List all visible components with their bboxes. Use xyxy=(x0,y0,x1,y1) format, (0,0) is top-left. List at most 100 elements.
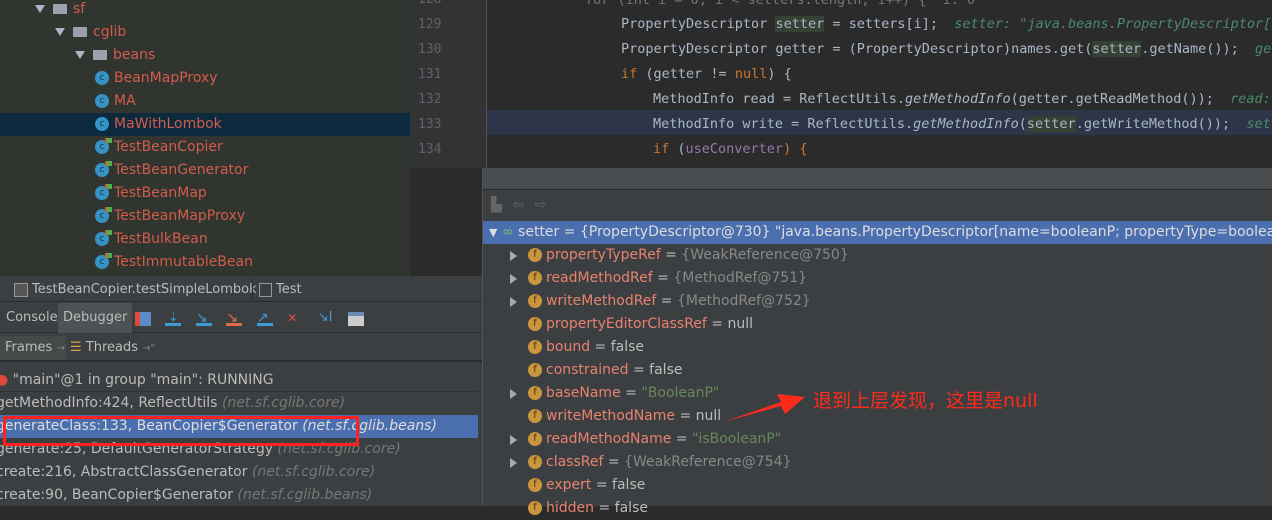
run-tab-test[interactable]: Test xyxy=(252,278,302,302)
tab-label: Frames xyxy=(5,340,53,355)
tab-threads[interactable]: ☰ Threads →" xyxy=(66,336,160,360)
field-icon: f xyxy=(528,501,542,515)
field-value: "isBooleanP" xyxy=(691,431,782,447)
tree-item[interactable]: c MA xyxy=(0,90,410,113)
code-editor[interactable]: for (int i = 0; i < setters.length; i++)… xyxy=(487,0,1272,168)
stack-frame[interactable]: create:216, AbstractClassGenerator (net.… xyxy=(0,461,478,484)
field-value: false xyxy=(610,339,645,355)
tree-item[interactable]: c BeanMapProxy xyxy=(0,67,410,90)
variable-field[interactable]: f readMethodRef = {MethodRef@751} xyxy=(483,267,1272,290)
tree-item[interactable]: c TestBeanMapProxy xyxy=(0,205,410,228)
test-class-icon: c xyxy=(95,138,112,154)
tree-item[interactable]: c TestImmutableBean xyxy=(0,251,410,274)
variable-field[interactable]: f expert = false xyxy=(483,474,1272,497)
tree-item[interactable]: c MaWithLombok xyxy=(0,113,410,136)
variable-field[interactable]: f propertyEditorClassRef = null xyxy=(483,313,1272,336)
navigate-icon[interactable]: ▙ xyxy=(491,197,502,213)
expand-icon[interactable] xyxy=(510,389,517,399)
code-line-130: PropertyDescriptor getter = (PropertyDes… xyxy=(621,41,1272,57)
run-config-icon xyxy=(14,282,28,297)
stack-frame[interactable]: getMethodInfo:424, ReflectUtils (net.sf.… xyxy=(0,392,478,415)
line-number: 128 xyxy=(418,0,441,7)
code-line-133: MethodInfo write = ReflectUtils.getMetho… xyxy=(653,116,1272,132)
tree-item[interactable]: c TestBeanMap xyxy=(0,182,410,205)
equals-sign: = xyxy=(656,293,677,309)
field-value: false xyxy=(649,362,683,378)
variable-root-setter[interactable]: ▼ ∞ setter = {PropertyDescriptor@730} "j… xyxy=(483,221,1272,244)
expand-icon[interactable] xyxy=(510,458,517,468)
tree-item-label: beans xyxy=(113,47,156,63)
field-name: writeMethodRef xyxy=(546,293,657,309)
field-icon: f xyxy=(528,409,542,423)
frames-threads-tabs: Frames →" ☰ Threads →" xyxy=(0,334,482,362)
run-tab-testsimplelombok[interactable]: TestBeanCopier.testSimpleLombok xyxy=(14,278,257,302)
chevron-down-icon[interactable] xyxy=(75,51,85,59)
line-number: 129 xyxy=(418,17,442,32)
tab-label: Threads xyxy=(85,340,139,355)
variable-field[interactable]: f propertyTypeRef = {WeakReference@750} xyxy=(483,244,1272,267)
variable-field[interactable]: f readMethodName = "isBooleanP" xyxy=(483,428,1272,451)
variable-field[interactable]: f constrained = false xyxy=(483,359,1272,382)
expand-icon[interactable]: ▼ xyxy=(489,226,497,239)
expand-icon[interactable] xyxy=(510,274,517,284)
expand-icon[interactable] xyxy=(510,435,517,445)
highlight-box xyxy=(3,416,359,446)
step-out-icon[interactable]: ↗ xyxy=(256,311,273,326)
popup-header[interactable] xyxy=(483,168,1272,190)
forward-icon[interactable]: ⇨ xyxy=(534,197,546,213)
tree-item-label: TestBeanMap xyxy=(114,185,207,201)
tree-item[interactable]: c TestBeanCopier xyxy=(0,136,410,159)
field-value: {WeakReference@750} xyxy=(681,247,849,263)
tree-item-label: MA xyxy=(114,93,136,109)
field-icon: f xyxy=(528,455,542,469)
force-step-into-icon[interactable]: ↘ xyxy=(226,311,243,326)
chevron-down-icon[interactable] xyxy=(35,5,45,13)
equals-sign: = xyxy=(671,431,692,447)
tab-frames[interactable]: Frames →" xyxy=(0,336,75,360)
variable-value: = {PropertyDescriptor@730} "java.beans.P… xyxy=(559,224,1272,240)
tree-item[interactable]: cglib xyxy=(0,21,410,44)
test-class-icon: c xyxy=(95,253,112,269)
show-execution-point-icon[interactable] xyxy=(135,312,151,326)
expand-icon[interactable] xyxy=(510,297,517,307)
stack-frame[interactable]: create:90, BeanCopier$Generator (net.sf.… xyxy=(0,484,478,507)
tree-item[interactable]: sf xyxy=(0,0,410,21)
tree-item[interactable]: beans xyxy=(0,44,410,67)
tree-item-label: cglib xyxy=(93,24,127,40)
frame-package: (net.sf.cglib.core) xyxy=(251,464,376,480)
field-name: propertyTypeRef xyxy=(546,247,661,263)
step-over-icon[interactable]: ⇣ xyxy=(165,311,182,326)
field-value: {WeakReference@754} xyxy=(624,454,792,470)
field-icon: f xyxy=(528,294,542,308)
tab-debugger[interactable]: Debugger xyxy=(58,303,133,333)
test-class-icon: c xyxy=(95,161,112,177)
tab-console[interactable]: Console xyxy=(6,306,58,330)
window-icon xyxy=(259,282,272,297)
evaluate-expression-icon[interactable] xyxy=(348,312,365,326)
test-class-icon: c xyxy=(95,230,112,246)
code-line-134: if (useConverter) { xyxy=(653,141,808,157)
run-to-cursor-icon[interactable]: ↘I xyxy=(318,311,334,326)
thread-label: "main"@1 in group "main": RUNNING xyxy=(12,372,274,388)
frame-package: (net.sf.cglib.beans) xyxy=(237,487,373,503)
tree-item[interactable]: c TestBulkBean xyxy=(0,228,410,251)
threads-icon: ☰ xyxy=(70,340,82,355)
back-icon[interactable]: ⇦ xyxy=(512,197,524,213)
variable-field[interactable]: f writeMethodRef = {MethodRef@752} xyxy=(483,290,1272,313)
tab-label: Test xyxy=(276,282,302,297)
variable-field[interactable]: f bound = false xyxy=(483,336,1272,359)
line-number: 130 xyxy=(418,42,442,57)
test-class-icon: c xyxy=(95,207,112,223)
class-icon: c xyxy=(95,71,109,85)
tree-item[interactable]: c TestBeanGenerator xyxy=(0,159,410,182)
variable-field[interactable]: f classRef = {WeakReference@754} xyxy=(483,451,1272,474)
drop-frame-icon[interactable]: ✕ xyxy=(287,312,303,326)
thread-selector[interactable]: ● "main"@1 in group "main": RUNNING xyxy=(0,369,478,392)
step-into-icon[interactable]: ↘ xyxy=(195,311,212,326)
chevron-down-icon[interactable] xyxy=(55,28,65,36)
expand-icon[interactable] xyxy=(510,251,517,261)
variable-field[interactable]: f hidden = false xyxy=(483,497,1272,520)
package-icon xyxy=(73,27,87,37)
equals-sign: = xyxy=(603,454,625,470)
package-icon xyxy=(53,4,67,14)
